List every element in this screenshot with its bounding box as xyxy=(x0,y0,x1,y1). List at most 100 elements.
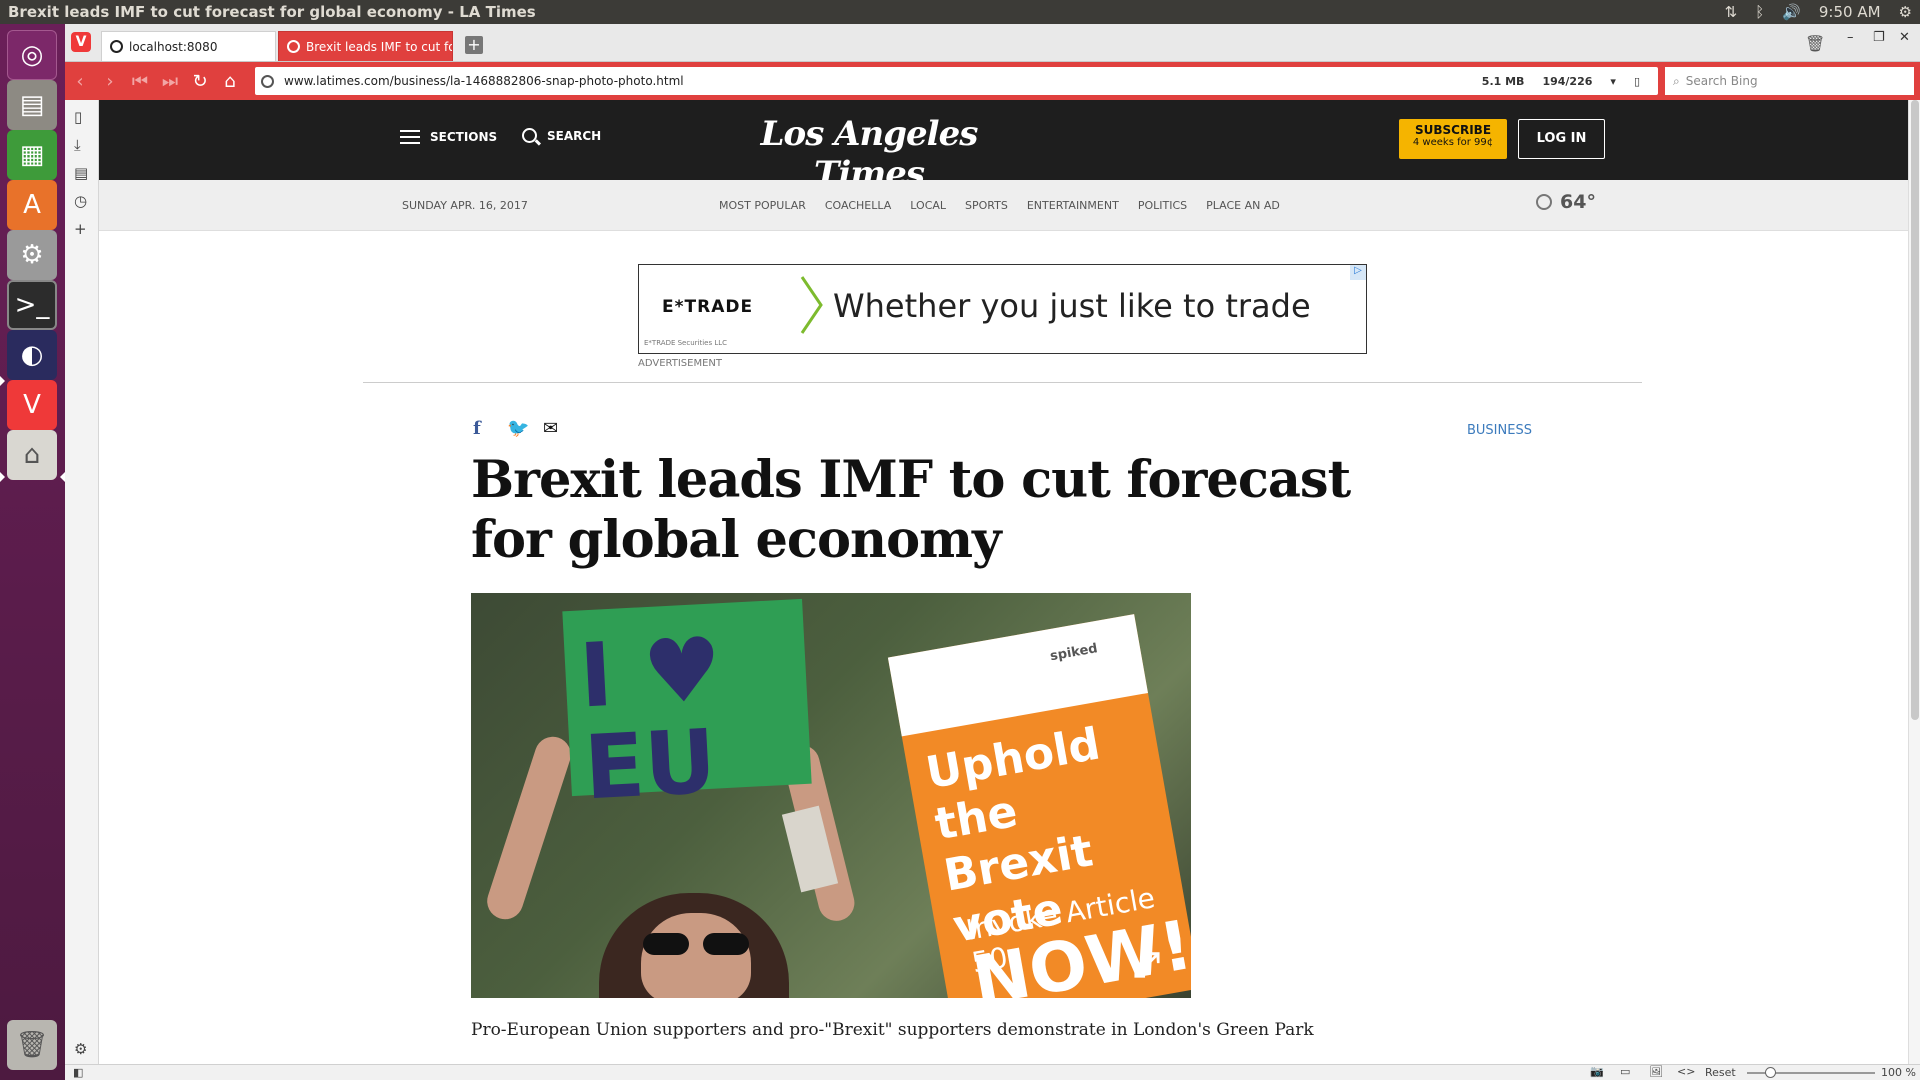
temperature: 64° xyxy=(1560,191,1596,213)
history-panel-icon[interactable]: ◷ xyxy=(74,192,87,210)
bookmarks-panel-icon[interactable]: ▯ xyxy=(74,108,82,126)
back-button[interactable]: ‹ xyxy=(65,71,95,92)
nav-coachella[interactable]: COACHELLA xyxy=(825,199,891,212)
rewind-button[interactable]: ⏮ xyxy=(125,71,155,92)
address-bar: ‹ › ⏮ ⏭ ↻ ⌂ www.latimes.com/business/la-… xyxy=(65,62,1920,100)
site-header: SECTIONS SEARCH Los Angeles Times SUBSCR… xyxy=(99,100,1908,194)
clock[interactable]: 9:50 AM xyxy=(1819,3,1881,21)
reload-button[interactable]: ↻ xyxy=(185,71,215,92)
ubuntu-dash-icon[interactable]: ◎ xyxy=(7,30,57,80)
zoom-slider-handle[interactable] xyxy=(1765,1067,1776,1078)
nav-most-popular[interactable]: MOST POPULAR xyxy=(719,199,806,212)
search-icon xyxy=(522,128,537,143)
nav-local[interactable]: LOCAL xyxy=(910,199,946,212)
subnav-links: MOST POPULAR COACHELLA LOCAL SPORTS ENTE… xyxy=(719,199,1280,212)
gear-icon[interactable]: ⚙ xyxy=(1899,3,1912,21)
tab-bar: V localhost:8080 Brexit leads IMF to cut… xyxy=(65,24,1920,62)
twitter-share-icon[interactable]: 🐦 xyxy=(507,418,529,439)
search-engine-icon[interactable]: ⌕ xyxy=(1673,74,1680,89)
current-date: SUNDAY APR. 16, 2017 xyxy=(402,199,528,212)
terminal-icon[interactable]: >_ xyxy=(7,280,57,330)
tab-label: localhost:8080 xyxy=(129,39,218,54)
subscribe-button[interactable]: SUBSCRIBE 4 weeks for 99¢ xyxy=(1399,119,1507,159)
nav-sports[interactable]: SPORTS xyxy=(965,199,1008,212)
file-manager-icon[interactable]: ▤ xyxy=(7,80,57,130)
minimize-button[interactable]: – xyxy=(1847,30,1854,45)
software-center-icon[interactable]: A xyxy=(7,180,57,230)
email-share-icon[interactable]: ✉ xyxy=(543,418,558,439)
article-category[interactable]: BUSINESS xyxy=(1467,423,1532,438)
adchoices-icon[interactable]: ▷ xyxy=(1350,265,1366,280)
sections-button[interactable]: SECTIONS xyxy=(400,130,497,144)
site-search-button[interactable]: SEARCH xyxy=(522,128,601,143)
weather-widget[interactable]: 64° xyxy=(1536,191,1596,213)
chevron-right-icon xyxy=(800,276,823,334)
page-scrollbar[interactable] xyxy=(1908,100,1920,1064)
ad-fineprint: E*TRADE Securities LLC xyxy=(644,339,728,347)
vivaldi-menu-button[interactable]: V xyxy=(71,32,91,52)
zoom-reset-button[interactable]: Reset xyxy=(1705,1066,1736,1079)
fast-forward-button[interactable]: ⏭ xyxy=(155,71,185,92)
system-top-panel: Brexit leads IMF to cut forecast for glo… xyxy=(0,0,1920,24)
close-button[interactable]: ✕ xyxy=(1899,30,1910,45)
url-text: www.latimes.com/business/la-1468882806-s… xyxy=(284,74,684,88)
tab-localhost[interactable]: localhost:8080 xyxy=(101,31,276,61)
eclipse-icon[interactable]: ◐ xyxy=(7,330,57,380)
nav-politics[interactable]: POLITICS xyxy=(1138,199,1187,212)
globe-icon xyxy=(287,40,300,53)
add-web-panel-icon[interactable]: + xyxy=(74,220,87,238)
article-headline: Brexit leads IMF to cut forecast for glo… xyxy=(471,450,1351,570)
page-actions-icon[interactable]: <> xyxy=(1677,1065,1695,1078)
panel-toggle-icon[interactable]: ◧ xyxy=(73,1066,83,1079)
subscribe-label: SUBSCRIBE xyxy=(1414,123,1492,137)
search-field[interactable]: ⌕ Search Bing xyxy=(1665,67,1914,95)
article-photo[interactable]: I ♥ EU spiked Uphold the Brexit vote Inv… xyxy=(471,593,1191,998)
maximize-button[interactable]: ❐ xyxy=(1873,30,1885,45)
ad-text: Whether you just like to trade xyxy=(833,287,1311,325)
system-settings-icon[interactable]: ⚙ xyxy=(7,230,57,280)
new-tab-button[interactable]: + xyxy=(465,36,483,54)
disks-icon[interactable]: ⌂ xyxy=(7,430,57,480)
sign-eu-text: I ♥ EU xyxy=(577,617,725,820)
search-placeholder: Search Bing xyxy=(1685,74,1758,88)
forward-button[interactable]: › xyxy=(95,71,125,92)
zoom-level: 100 % xyxy=(1881,1066,1916,1079)
photo-arm xyxy=(482,732,576,924)
unity-launcher: ◎ ▤ ▦ A ⚙ >_ ◐ V ⌂ 🗑 xyxy=(0,24,65,1080)
browser-window: V localhost:8080 Brexit leads IMF to cut… xyxy=(65,24,1920,1080)
scrollbar-thumb[interactable] xyxy=(1911,100,1919,720)
downloads-panel-icon[interactable]: ⤓ xyxy=(74,136,81,154)
images-icon[interactable]: 🖼 xyxy=(1649,1065,1663,1078)
photo-sign-eu: I ♥ EU xyxy=(562,598,812,819)
facebook-share-icon[interactable]: f xyxy=(473,418,481,439)
notes-panel-icon[interactable]: ▤ xyxy=(74,164,88,182)
login-button[interactable]: LOG IN xyxy=(1518,119,1605,159)
site-info-icon[interactable] xyxy=(261,74,274,88)
spreadsheet-icon[interactable]: ▦ xyxy=(7,130,57,180)
bluetooth-icon[interactable]: ᛒ xyxy=(1755,3,1764,21)
settings-gear-icon[interactable]: ⚙ xyxy=(74,1040,87,1058)
network-icon[interactable]: ⇅ xyxy=(1725,3,1738,21)
photo-caption: Pro-European Union supporters and pro-"B… xyxy=(471,1020,1314,1040)
window-title: Brexit leads IMF to cut forecast for glo… xyxy=(8,3,536,21)
web-page: SECTIONS SEARCH Los Angeles Times SUBSCR… xyxy=(99,100,1908,1064)
url-dropdown-icon[interactable]: ▾ xyxy=(1610,75,1616,88)
url-field[interactable]: www.latimes.com/business/la-1468882806-s… xyxy=(255,67,1658,95)
capture-icon[interactable]: 📷 xyxy=(1590,1065,1604,1078)
tiling-icon[interactable]: ▭ xyxy=(1620,1065,1630,1078)
trash-icon[interactable]: 🗑 xyxy=(7,1020,57,1070)
volume-icon[interactable]: 🔊 xyxy=(1782,3,1801,21)
advertisement-banner[interactable]: E*TRADE Whether you just like to trade E… xyxy=(638,264,1367,354)
vivaldi-icon[interactable]: V xyxy=(7,380,57,430)
nav-entertainment[interactable]: ENTERTAINMENT xyxy=(1027,199,1119,212)
tab-label: Brexit leads IMF to cut forecast for glo… xyxy=(306,39,452,54)
tab-latimes-active[interactable]: Brexit leads IMF to cut forecast for glo… xyxy=(278,31,453,61)
nav-place-an-ad[interactable]: PLACE AN AD xyxy=(1206,199,1280,212)
bookmark-icon[interactable]: ▯ xyxy=(1634,75,1640,88)
sun-icon xyxy=(1536,194,1552,210)
closed-tabs-trash-icon[interactable]: 🗑 xyxy=(1805,34,1825,53)
expand-icon[interactable]: ⤢ xyxy=(1133,945,1160,985)
home-button[interactable]: ⌂ xyxy=(215,71,245,92)
site-subnav: SUNDAY APR. 16, 2017 MOST POPULAR COACHE… xyxy=(99,180,1908,231)
subscribe-offer: 4 weeks for 99¢ xyxy=(1412,137,1494,148)
